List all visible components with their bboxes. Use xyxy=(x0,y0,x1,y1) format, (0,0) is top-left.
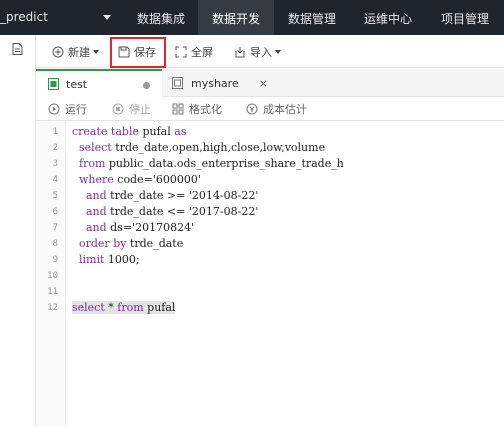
code-line: and ds='20170824' xyxy=(86,221,195,234)
fullscreen-icon xyxy=(175,46,187,58)
file-tabs: test myshare × xyxy=(36,69,504,97)
tab-myshare[interactable]: myshare × xyxy=(162,69,280,97)
code-keyword: and xyxy=(86,221,107,234)
project-selector[interactable]: _predict xyxy=(0,0,124,35)
line-number: 9 xyxy=(52,255,58,265)
new-button-label: 新建 xyxy=(68,46,90,59)
project-name: _predict xyxy=(0,10,48,24)
nav-item-data-integration[interactable]: 数据集成 xyxy=(124,0,198,35)
line-number: 3 xyxy=(52,159,58,169)
code-line: limit 1000; xyxy=(79,253,140,266)
code-line: create table pufal as xyxy=(72,125,187,138)
cost-estimate-label: 成本估计 xyxy=(263,103,307,116)
line-number: 2 xyxy=(52,143,58,153)
code-keyword: select xyxy=(79,141,112,154)
save-highlight-box xyxy=(110,37,166,68)
tab-test[interactable]: test xyxy=(36,69,162,97)
line-number: 8 xyxy=(52,239,58,249)
code-keyword: where xyxy=(79,173,114,186)
top-navigation-bar: _predict 数据集成 数据开发 数据管理 运维中心 项目管理 xyxy=(0,0,504,35)
editor-toolbar: 新建 保存 全屏 导入 xyxy=(36,35,504,68)
nav-item-operations-center[interactable]: 运维中心 xyxy=(350,0,426,35)
main-nav: 数据集成 数据开发 数据管理 运维中心 项目管理 xyxy=(124,0,504,35)
code-line: and trde_date <= '2017-08-22' xyxy=(86,205,259,218)
line-number: 7 xyxy=(52,223,58,233)
line-number: 12 xyxy=(47,303,58,313)
close-icon[interactable]: × xyxy=(259,77,268,90)
stop-circle-icon xyxy=(112,103,124,115)
import-icon xyxy=(235,47,245,58)
play-circle-icon xyxy=(48,103,60,115)
run-toolbar: 运行 停止 格式化 成本估计 xyxy=(36,97,504,121)
line-number: 10 xyxy=(47,271,58,281)
line-number: 11 xyxy=(47,287,58,297)
coin-icon xyxy=(246,103,258,115)
code-line: where code='600000' xyxy=(79,173,201,186)
code-editor[interactable]: 1 2 3 4 5 6 7 8 9 10 11 12 create table … xyxy=(36,121,504,427)
import-button[interactable]: 导入 xyxy=(234,43,281,61)
format-button[interactable]: 格式化 xyxy=(172,101,222,117)
code-line: from public_data.ods_enterprise_share_tr… xyxy=(79,157,344,170)
tab-label: test xyxy=(66,77,88,91)
new-button[interactable]: 新建 xyxy=(52,43,99,61)
run-button[interactable]: 运行 xyxy=(48,101,87,117)
code-keyword: by xyxy=(113,237,127,250)
code-line: and trde_date >= '2014-08-22' xyxy=(86,189,259,202)
format-button-label: 格式化 xyxy=(189,103,222,116)
left-sidebar xyxy=(0,35,36,427)
import-button-label: 导入 xyxy=(250,46,272,59)
code-keyword: table xyxy=(110,125,139,138)
stop-button[interactable]: 停止 xyxy=(112,101,151,117)
sql-file-icon xyxy=(48,78,59,90)
line-number-gutter: 1 2 3 4 5 6 7 8 9 10 11 12 xyxy=(36,121,66,427)
code-line-selected: select * from pufal xyxy=(72,301,176,314)
fullscreen-button-label: 全屏 xyxy=(191,46,213,59)
chevron-down-icon xyxy=(103,15,111,20)
line-number: 6 xyxy=(52,207,58,217)
code-keyword: as xyxy=(174,125,187,138)
code-keyword: and xyxy=(86,189,107,202)
nav-item-data-management[interactable]: 数据管理 xyxy=(274,0,350,35)
code-keyword: from xyxy=(79,157,106,170)
chevron-down-icon xyxy=(275,50,281,54)
run-button-label: 运行 xyxy=(65,103,87,116)
code-keyword: limit xyxy=(79,253,105,266)
code-keyword: select xyxy=(72,301,105,314)
nav-item-project-management[interactable]: 项目管理 xyxy=(426,0,504,35)
stop-button-label: 停止 xyxy=(129,103,151,116)
unsaved-dot-icon xyxy=(143,82,150,89)
file-icon[interactable] xyxy=(12,43,23,58)
chevron-down-icon xyxy=(93,50,99,54)
code-line: select trde_date,open,high,close,low,vol… xyxy=(79,141,326,154)
tab-label: myshare xyxy=(191,76,239,90)
fullscreen-button[interactable]: 全屏 xyxy=(175,43,213,61)
sql-file-icon xyxy=(172,77,183,89)
code-keyword: order xyxy=(79,237,110,250)
code-keyword: create xyxy=(72,125,108,138)
grid-icon xyxy=(172,103,184,115)
code-line: order by trde_date xyxy=(79,237,184,250)
nav-item-data-development[interactable]: 数据开发 xyxy=(198,0,274,35)
line-number: 5 xyxy=(52,191,58,201)
line-number: 4 xyxy=(52,175,58,185)
plus-circle-icon xyxy=(52,46,64,58)
code-keyword: and xyxy=(86,205,107,218)
cost-estimate-button[interactable]: 成本估计 xyxy=(246,101,307,117)
code-keyword: from xyxy=(117,301,144,314)
line-number: 1 xyxy=(52,127,58,137)
